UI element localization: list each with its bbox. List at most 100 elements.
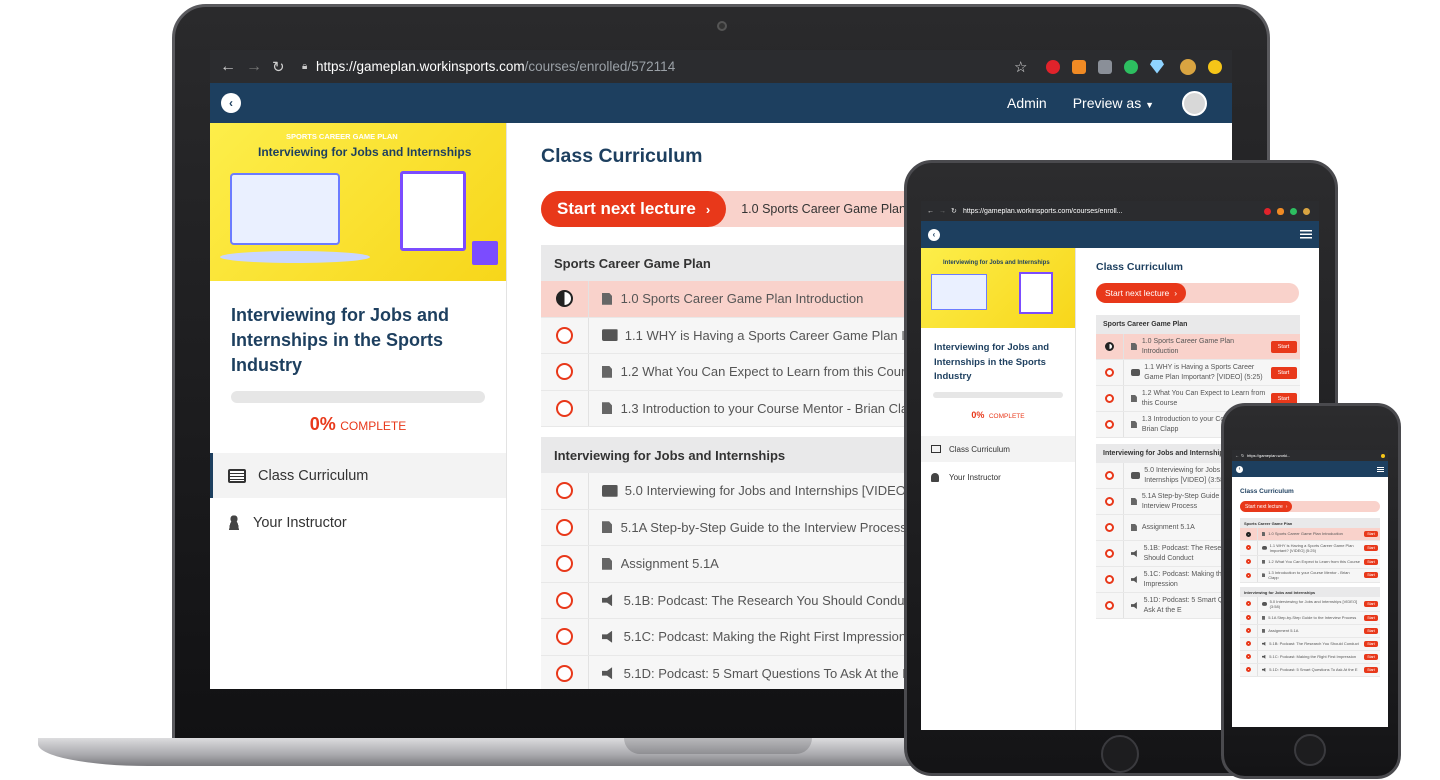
start-lecture-button[interactable]: Start xyxy=(1364,558,1378,565)
start-lecture-button[interactable]: Start xyxy=(1270,366,1297,379)
extension-icon[interactable] xyxy=(1303,207,1310,215)
evernote-icon[interactable] xyxy=(1290,207,1297,215)
thumb-title: Interviewing for Jobs and Internships xyxy=(258,145,472,159)
start-next-lecture-button[interactable]: Start next lecture › xyxy=(1096,283,1187,303)
evernote-icon[interactable] xyxy=(1124,59,1138,74)
start-next-lecture-button[interactable]: Start next lecture › xyxy=(541,191,727,227)
avatar-icon[interactable] xyxy=(1182,90,1207,116)
sidebar-item-label: Your Instructor xyxy=(253,514,347,531)
row-divider xyxy=(1257,597,1258,611)
progress-value: 0% xyxy=(309,414,336,434)
progress-text: 0% COMPLETE xyxy=(210,414,506,435)
address-bar[interactable]: https://gameplan.workinsports.com/course… xyxy=(963,208,1261,215)
row-divider xyxy=(1123,593,1124,618)
lecture-row[interactable]: Assignment 5.1A Start xyxy=(1240,624,1380,638)
incomplete-circle-icon xyxy=(556,482,573,500)
start-lecture-button[interactable]: Start xyxy=(1364,600,1378,607)
lecture-row[interactable]: 1.3 Introduction to your Course Mentor -… xyxy=(1240,568,1380,584)
speaker-icon xyxy=(1262,667,1266,672)
tablet-sidebar: Interviewing for Jobs and Internships In… xyxy=(921,248,1076,730)
lecture-row[interactable]: 5.1A Step-by-Step Guide to the Interview… xyxy=(1240,611,1380,625)
back-button[interactable]: ‹ xyxy=(221,93,241,113)
start-lecture-button[interactable]: Start xyxy=(1364,627,1378,634)
start-lecture-button[interactable]: Start xyxy=(1270,340,1297,353)
extension-icon[interactable] xyxy=(1381,453,1385,458)
illustration-base xyxy=(220,251,370,263)
back-button[interactable]: ‹ xyxy=(928,228,940,241)
start-lecture-button[interactable]: Start xyxy=(1364,544,1378,551)
rss-icon[interactable] xyxy=(1072,59,1086,74)
rss-icon[interactable] xyxy=(1277,207,1284,215)
in-progress-icon xyxy=(1246,531,1251,537)
back-arrow-icon[interactable]: ← xyxy=(220,58,240,76)
start-next-lecture-button[interactable]: Start next lecture › xyxy=(1240,501,1293,512)
forward-arrow-icon[interactable]: → xyxy=(246,58,272,76)
document-icon xyxy=(1131,524,1137,531)
start-lecture-button[interactable]: Start xyxy=(1364,572,1378,579)
row-divider xyxy=(1123,334,1124,359)
lecture-row[interactable]: 5.1C: Podcast: Making the Right First Im… xyxy=(1240,650,1380,664)
incomplete-circle-icon xyxy=(556,664,573,682)
sidebar-item-class-curriculum[interactable]: Class Curriculum xyxy=(921,436,1075,462)
incomplete-circle-icon xyxy=(1105,471,1114,480)
lecture-row[interactable]: 5.0 Interviewing for Jobs and Internship… xyxy=(1240,597,1380,612)
reload-icon[interactable]: ↻ xyxy=(951,207,963,215)
document-icon xyxy=(602,402,613,415)
forward-arrow-icon[interactable]: → xyxy=(939,208,951,215)
incomplete-circle-icon xyxy=(1105,601,1114,610)
incomplete-circle-icon xyxy=(556,555,573,573)
start-next-label: Start next lecture xyxy=(1105,288,1170,298)
admin-link[interactable]: Admin xyxy=(1007,95,1047,111)
lecture-title: 5.1A Step-by-Step Guide to the Interview… xyxy=(1268,615,1357,621)
row-divider xyxy=(588,619,589,655)
hamburger-icon[interactable] xyxy=(1300,230,1312,239)
lecture-row[interactable]: 5.1D: Podcast: 5 Smart Questions To Ask … xyxy=(1240,663,1380,677)
home-button-icon[interactable] xyxy=(1294,734,1326,766)
document-icon xyxy=(1131,343,1137,350)
lecture-row[interactable]: 5.1B: Podcast: The Research You Should C… xyxy=(1240,637,1380,651)
start-lecture-button[interactable]: Start xyxy=(1364,653,1378,660)
back-arrow-icon[interactable]: ← xyxy=(927,208,939,215)
document-icon xyxy=(602,557,613,570)
progress-text: 0% COMPLETE xyxy=(921,405,1075,423)
incomplete-circle-icon xyxy=(1246,615,1251,621)
lecture-row[interactable]: 1.1 WHY is Having a Sports Career Game P… xyxy=(1096,360,1300,386)
back-button[interactable]: ‹ xyxy=(1236,465,1243,473)
address-bar[interactable]: https://gameplan.worki... xyxy=(1247,453,1381,458)
lecture-row[interactable]: 1.1 WHY is Having a Sports Career Game P… xyxy=(1240,541,1380,556)
sidebar-item-your-instructor[interactable]: Your Instructor xyxy=(921,462,1075,492)
lecture-row[interactable]: 1.2 What You Can Expect to Learn from th… xyxy=(1240,555,1380,569)
hamburger-icon[interactable] xyxy=(1377,466,1384,472)
sidebar-item-your-instructor[interactable]: Your Instructor xyxy=(210,498,506,547)
video-icon xyxy=(1131,472,1141,479)
lecture-row[interactable]: 1.0 Sports Career Game Plan Introduction… xyxy=(1096,334,1300,360)
start-lecture-button[interactable]: Start xyxy=(1364,531,1378,537)
caret-down-icon: ▼ xyxy=(1145,100,1154,110)
preview-as-dropdown[interactable]: Preview as ▼ xyxy=(1073,95,1154,111)
row-divider xyxy=(588,354,589,390)
extension-icon[interactable] xyxy=(1180,58,1196,75)
reload-icon[interactable]: ↻ xyxy=(272,58,298,76)
row-divider xyxy=(588,655,589,689)
laptop-camera xyxy=(717,21,727,31)
sidebar-item-class-curriculum[interactable]: Class Curriculum xyxy=(210,453,506,498)
home-button-icon[interactable] xyxy=(1101,735,1139,773)
document-icon xyxy=(602,365,613,378)
pinterest-icon[interactable] xyxy=(1264,207,1271,215)
progress-track xyxy=(933,392,1063,398)
pinterest-icon[interactable] xyxy=(1046,59,1060,74)
row-divider xyxy=(1257,555,1258,568)
star-icon[interactable]: ☆ xyxy=(1014,58,1040,76)
coin-icon[interactable] xyxy=(1208,59,1222,74)
start-lecture-button[interactable]: Start xyxy=(1364,666,1378,673)
code-icon[interactable] xyxy=(1098,59,1112,74)
browser-toolbar: ← → ↻ 🔒︎ https://gameplan.workinsports.c… xyxy=(210,50,1232,83)
diamond-icon[interactable] xyxy=(1150,59,1164,74)
start-lecture-button[interactable]: Start xyxy=(1364,614,1378,621)
start-lecture-button[interactable]: Start xyxy=(1364,640,1378,647)
lecture-row[interactable]: 1.0 Sports Career Game Plan Introduction… xyxy=(1240,528,1380,541)
lecture-title: 1.2 What You Can Expect to Learn from th… xyxy=(1268,558,1361,564)
address-bar[interactable]: https://gameplan.workinsports.com/course… xyxy=(316,59,1014,74)
incomplete-circle-icon xyxy=(1246,545,1251,551)
incomplete-circle-icon xyxy=(1105,420,1114,429)
